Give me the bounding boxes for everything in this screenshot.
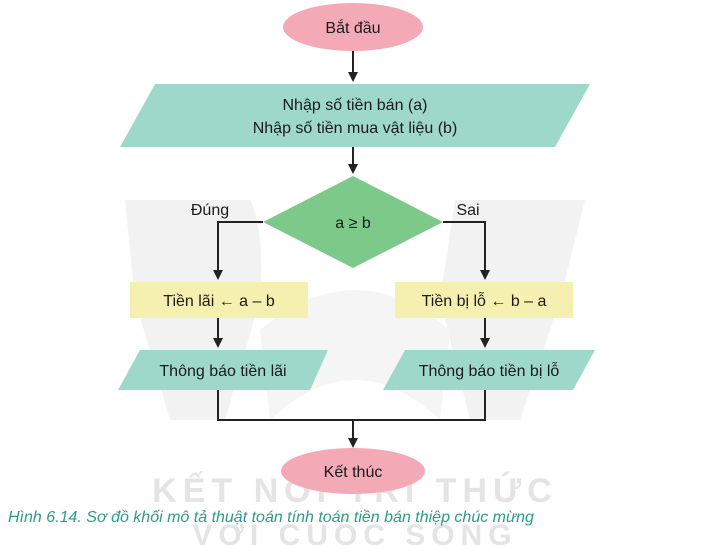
start-label: Bắt đầu <box>325 18 380 37</box>
decision-condition: a ≥ b <box>335 215 371 232</box>
output-profit-label: Thông báo tiền lãi <box>159 363 286 380</box>
process-loss-label: Tiền bị lỗ ← b – a <box>422 291 547 310</box>
input-line1: Nhập số tiền bán (a) <box>283 97 428 114</box>
no-branch-label: Sai <box>456 202 479 219</box>
figure-caption: Hình 6.14. Sơ đồ khối mô tả thuật toán t… <box>8 509 534 526</box>
input-block <box>120 84 590 147</box>
yes-branch-label: Đúng <box>191 202 229 219</box>
input-line2: Nhập số tiền mua vật liệu (b) <box>253 120 458 137</box>
process-profit-label: Tiền lãi ← a – b <box>163 293 275 310</box>
flowchart-diagram: KẾT NỐI TRI THỨC VỚI CUỘC SỐNG Bắt đầu N… <box>118 3 595 545</box>
end-label: Kết thúc <box>324 464 383 481</box>
output-loss-label: Thông báo tiền bị lỗ <box>419 361 560 380</box>
